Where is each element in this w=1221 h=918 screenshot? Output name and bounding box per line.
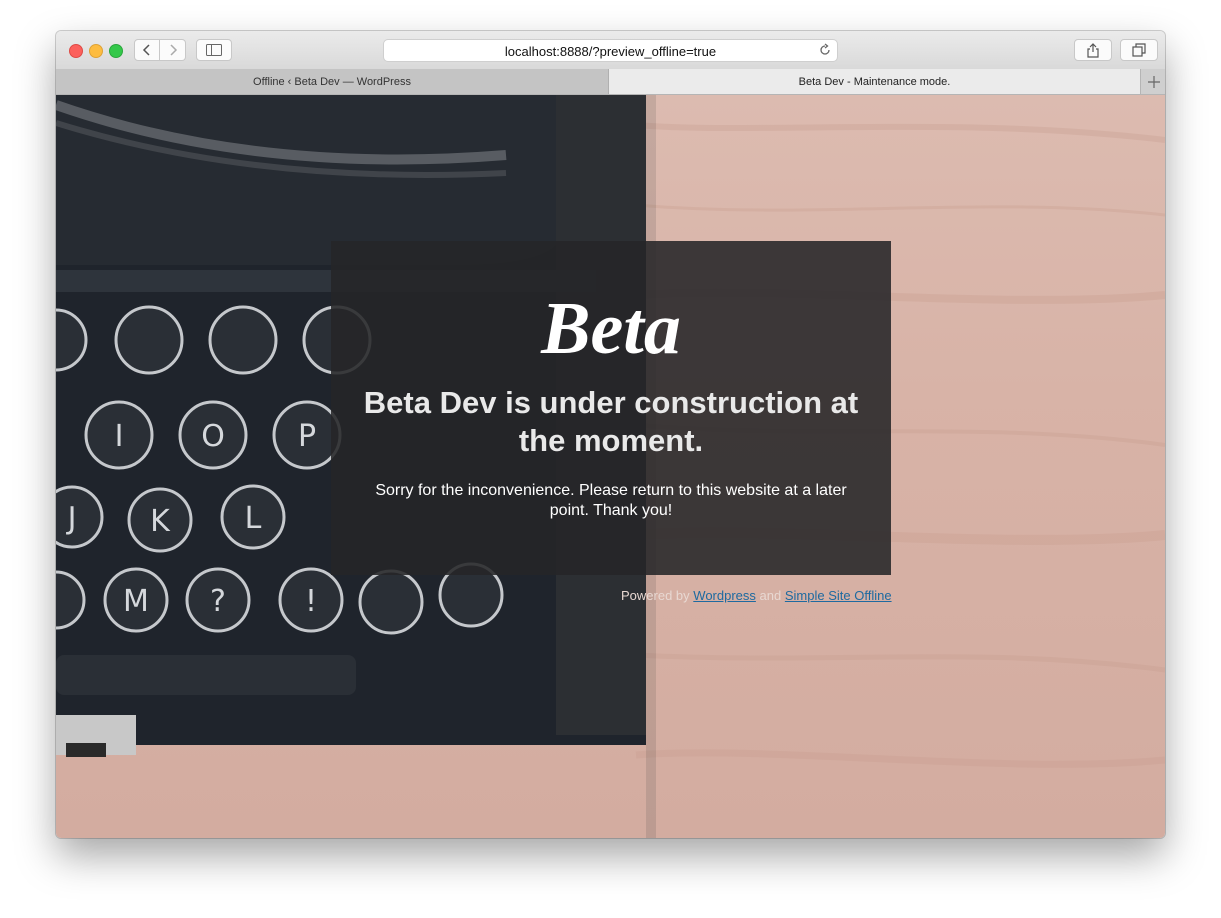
address-bar[interactable]: localhost:8888/?preview_offline=true — [383, 39, 838, 62]
zoom-window-button[interactable] — [109, 44, 123, 58]
svg-text:!: ! — [305, 584, 317, 619]
maintenance-message: Sorry for the inconvenience. Please retu… — [375, 482, 847, 519]
reload-icon[interactable] — [818, 43, 832, 57]
svg-text:M: M — [123, 584, 149, 619]
share-icon — [1087, 42, 1099, 58]
page-content: I O P J K L M ? ! Beta Beta Dev is under… — [56, 95, 1165, 838]
tab-bar: Offline ‹ Beta Dev — WordPress Beta Dev … — [56, 69, 1165, 95]
beta-logo-icon: Beta — [540, 288, 681, 370]
tabs-icon — [1132, 43, 1146, 57]
share-button[interactable] — [1074, 39, 1112, 61]
svg-text:J: J — [66, 501, 77, 536]
back-icon — [142, 44, 150, 56]
svg-text:L: L — [245, 501, 262, 536]
powered-by-footer: Powered by Wordpress and Simple Site Off… — [621, 588, 892, 603]
svg-text:I: I — [115, 419, 124, 454]
svg-text:O: O — [201, 419, 225, 454]
tab-wordpress-offline[interactable]: Offline ‹ Beta Dev — WordPress — [56, 69, 609, 94]
tab-maintenance-mode[interactable]: Beta Dev - Maintenance mode. — [609, 69, 1140, 94]
page-title: Beta Dev is under construction at the mo… — [363, 385, 859, 458]
logo-text: Beta — [540, 288, 681, 370]
forward-button[interactable] — [160, 39, 186, 61]
svg-text:P: P — [298, 419, 316, 454]
wordpress-link[interactable]: Wordpress — [693, 588, 756, 603]
site-logo: Beta — [331, 281, 891, 376]
show-tabs-button[interactable] — [1120, 39, 1158, 61]
maintenance-card: Beta Beta Dev is under construction at t… — [331, 241, 891, 575]
minimize-window-button[interactable] — [89, 44, 103, 58]
simple-site-offline-link[interactable]: Simple Site Offline — [785, 588, 892, 603]
and-text: and — [759, 588, 782, 603]
url-text: localhost:8888/?preview_offline=true — [504, 44, 717, 59]
svg-text:?: ? — [210, 584, 226, 619]
svg-text:K: K — [150, 504, 171, 539]
browser-window: localhost:8888/?preview_offline=true Off… — [56, 31, 1165, 838]
forward-icon — [169, 44, 177, 56]
powered-by-text: Powered by — [621, 588, 690, 603]
plus-icon — [1147, 75, 1160, 88]
back-button[interactable] — [134, 39, 160, 61]
sidebar-icon — [206, 44, 222, 56]
close-window-button[interactable] — [69, 44, 83, 58]
new-tab-button[interactable] — [1140, 69, 1165, 94]
sidebar-button[interactable] — [196, 39, 232, 61]
browser-toolbar: localhost:8888/?preview_offline=true — [56, 31, 1165, 70]
